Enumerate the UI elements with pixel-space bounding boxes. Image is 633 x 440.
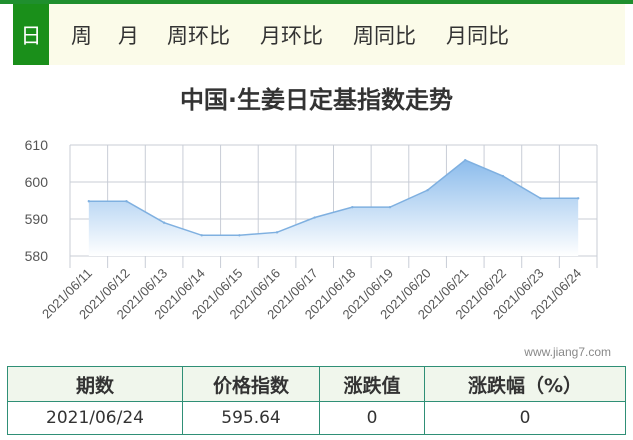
tab-month-over-month[interactable]: 月环比 xyxy=(260,4,323,65)
data-point xyxy=(200,234,203,237)
data-point xyxy=(388,205,392,209)
data-point xyxy=(539,197,542,200)
data-point xyxy=(125,200,128,203)
data-point xyxy=(501,174,505,178)
cell-change-percent: 0 xyxy=(424,401,626,435)
y-tick-label: 580 xyxy=(25,248,49,264)
table-row: 2021/06/24 595.64 0 0 xyxy=(7,401,626,435)
tab-day[interactable]: 日 xyxy=(13,4,49,65)
table-header-row: 期数 价格指数 涨跌值 涨跌幅（%） xyxy=(7,366,626,402)
data-point xyxy=(464,158,467,162)
data-point xyxy=(313,216,316,219)
tab-week-year-over-year[interactable]: 周同比 xyxy=(353,4,416,65)
y-tick-label: 610 xyxy=(25,137,49,153)
y-tick-label: 590 xyxy=(25,211,49,227)
data-point xyxy=(426,188,429,192)
tab-week[interactable]: 周 xyxy=(71,4,92,65)
summary-table: 期数 价格指数 涨跌值 涨跌幅（%） 2021/06/24 595.64 0 0 xyxy=(7,366,626,435)
chart-title: 中国·生姜日定基指数走势 xyxy=(179,86,454,114)
index-trend-chart: 5805906006102021/06/112021/06/122021/06/… xyxy=(25,137,598,322)
header-change-value: 涨跌值 xyxy=(319,366,425,402)
site-watermark: www.jiang7.com xyxy=(524,345,611,359)
header-price-index: 价格指数 xyxy=(182,366,320,402)
data-point xyxy=(576,197,580,200)
tab-week-over-week[interactable]: 周环比 xyxy=(167,4,230,65)
y-tick-label: 600 xyxy=(25,174,49,190)
data-point xyxy=(162,221,166,224)
period-tab-bar: 日 周 月 周环比 月环比 周同比 月同比 xyxy=(13,4,625,65)
cell-period: 2021/06/24 xyxy=(7,401,183,435)
data-point xyxy=(238,234,241,237)
data-point xyxy=(87,200,91,203)
header-period: 期数 xyxy=(7,366,183,402)
cell-change-value: 0 xyxy=(319,401,425,435)
data-point xyxy=(275,231,279,234)
header-change-percent: 涨跌幅（%） xyxy=(424,366,626,402)
data-point xyxy=(351,205,354,209)
tab-month[interactable]: 月 xyxy=(118,4,139,65)
cell-price-index: 595.64 xyxy=(182,401,320,435)
tab-month-year-over-year[interactable]: 月同比 xyxy=(446,4,509,65)
